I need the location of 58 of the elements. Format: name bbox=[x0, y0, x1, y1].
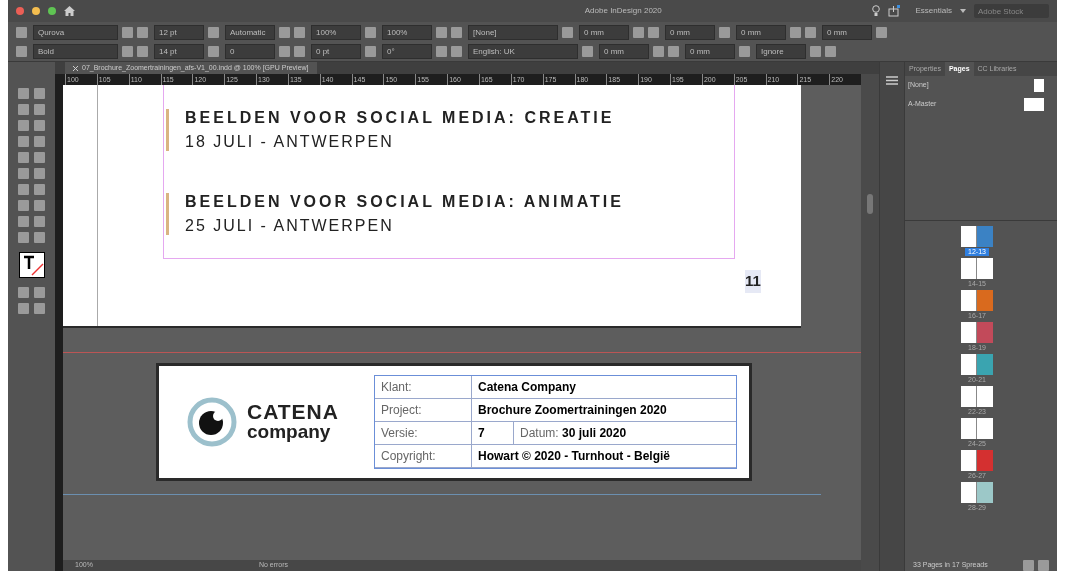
input-field[interactable]: Automatic bbox=[225, 24, 275, 40]
maximize-icon[interactable] bbox=[48, 7, 56, 15]
event-title: BEELDEN VOOR SOCIAL MEDIA: CREATIE bbox=[185, 109, 616, 127]
window-title: Adobe InDesign 2020 bbox=[584, 5, 662, 17]
input-field[interactable]: 100% bbox=[382, 24, 432, 40]
spread-thumbnail[interactable] bbox=[961, 226, 993, 247]
input-field[interactable]: English: UK bbox=[468, 43, 578, 59]
table-cell: 7 bbox=[472, 422, 514, 444]
spread-thumbnail[interactable] bbox=[961, 450, 993, 471]
close-icon[interactable] bbox=[73, 65, 78, 71]
table-cell-text: Brochure Zoomertrainingen 2020 bbox=[477, 402, 668, 419]
input-field[interactable]: 0 mm bbox=[685, 43, 735, 59]
table-cell: Project: bbox=[375, 399, 472, 421]
table-cell: Versie: bbox=[375, 422, 472, 444]
event-date: 25 JULI - ANTWERPEN bbox=[185, 217, 395, 235]
logo-text: CATENA bbox=[247, 402, 339, 422]
fill-stroke-icon[interactable] bbox=[18, 252, 45, 278]
spread-thumbnail[interactable] bbox=[961, 354, 993, 375]
share-icon[interactable] bbox=[887, 5, 900, 17]
menu-icon[interactable] bbox=[886, 76, 898, 85]
spread-thumbnail[interactable] bbox=[961, 482, 993, 503]
spread-thumbnail[interactable] bbox=[961, 290, 993, 311]
input-field[interactable]: Bold bbox=[33, 43, 118, 59]
input-field[interactable]: 14 pt bbox=[154, 43, 204, 59]
workspace-switcher[interactable]: Essentials bbox=[915, 5, 952, 17]
master-thumbnail[interactable] bbox=[1034, 79, 1044, 92]
scrollbar-thumb[interactable] bbox=[867, 194, 873, 214]
input-field[interactable]: Qurova bbox=[33, 24, 118, 40]
table-cell: Klant: bbox=[375, 376, 472, 398]
table-cell-text: Catena Company bbox=[477, 379, 578, 396]
minimize-icon[interactable] bbox=[32, 7, 40, 15]
event-title: BEELDEN VOOR SOCIAL MEDIA: ANIMATIE bbox=[185, 193, 625, 211]
table-cell-text: Datum: 30 juli 2020 bbox=[519, 425, 628, 442]
table-cell: Copyright: bbox=[375, 445, 472, 467]
event-date: 18 JULI - ANTWERPEN bbox=[185, 133, 395, 151]
master-thumbnail[interactable] bbox=[1024, 98, 1044, 111]
input-field[interactable]: 12 pt bbox=[154, 24, 204, 40]
input-field[interactable]: Ignore bbox=[756, 43, 806, 59]
logo-icon bbox=[187, 397, 237, 447]
input-field[interactable]: 0 bbox=[225, 43, 275, 59]
search-field[interactable]: Adobe Stock bbox=[974, 4, 1049, 18]
input-field[interactable]: 0 pt bbox=[311, 43, 361, 59]
close-icon[interactable] bbox=[16, 7, 24, 15]
table-cell-text: Howart © 2020 - Turnhout - België bbox=[477, 448, 671, 465]
spread-thumbnail[interactable] bbox=[961, 322, 993, 343]
caret-icon[interactable] bbox=[960, 9, 966, 13]
page-number: 11 bbox=[745, 270, 761, 293]
input-field[interactable]: 0 mm bbox=[822, 24, 872, 40]
input-field[interactable]: 0 mm bbox=[665, 24, 715, 40]
input-field[interactable]: 100% bbox=[311, 24, 361, 40]
input-field[interactable]: 0 mm bbox=[579, 24, 629, 40]
input-field[interactable]: [None] bbox=[468, 24, 558, 40]
input-field[interactable]: 0 mm bbox=[736, 24, 786, 40]
logo-text: company bbox=[247, 422, 332, 442]
home-icon[interactable] bbox=[64, 6, 75, 16]
input-field[interactable]: 0° bbox=[382, 43, 432, 59]
lightbulb-icon[interactable] bbox=[871, 5, 880, 17]
input-field[interactable]: 0 mm bbox=[599, 43, 649, 59]
